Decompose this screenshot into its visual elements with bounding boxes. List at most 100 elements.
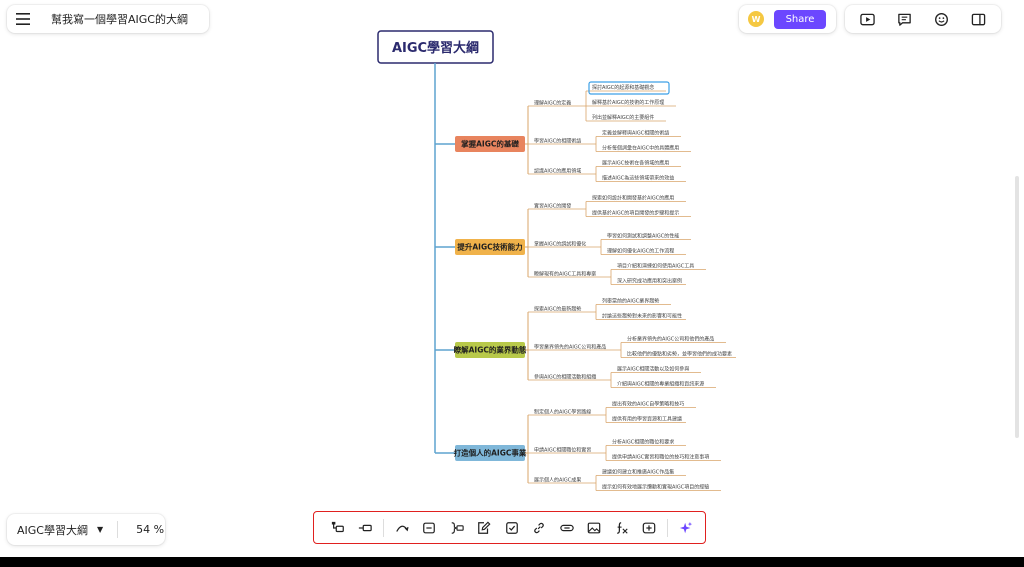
sub-topic-node[interactable]: 制定個人的AIGC學習路線 提出有效的AIGC自學策略和技巧提供有用的學習資源和工…	[528, 401, 696, 423]
leaf-node[interactable]: 列舉當前的AIGC業界趨勢	[596, 298, 671, 305]
vertical-scrollbar[interactable]	[1015, 176, 1019, 438]
insert-button[interactable]	[636, 516, 664, 540]
sub-topic-node[interactable]: 學習業界領先的AIGC公司和產品 分析業界領先的AIGC公司和他們的產品比較他們的…	[528, 336, 736, 358]
add-child-node-button[interactable]	[324, 516, 352, 540]
share-panel: W Share	[739, 5, 836, 33]
leaf-label: 分析業界領先的AIGC公司和他們的產品	[627, 336, 714, 343]
leaf-node[interactable]: 展示AIGC相關活動以及如何參與	[611, 366, 701, 373]
leaf-label: 分析AIGC相關的職位和要求	[612, 439, 674, 446]
sub-topic-node[interactable]: 學習AIGC的相關術語 定義並解釋與AIGC相關的術語分析每個詞彙在AIGC中的具…	[528, 130, 691, 152]
sub-topic-label: 掌握AIGC的調試和優化	[534, 241, 586, 248]
sub-topic-label: 學習業界領先的AIGC公司和產品	[534, 344, 606, 351]
sub-topic-node[interactable]: 申請AIGC相關職位和實習 分析AIGC相關的職位和要求提供申請AIGC實習和職位…	[528, 439, 721, 461]
ai-assistant-button[interactable]	[672, 516, 700, 540]
hyperlink-icon	[560, 524, 574, 531]
emoji-button[interactable]	[929, 7, 955, 31]
leaf-node[interactable]: 展示AIGC技術在各領域的應用	[596, 160, 681, 167]
hyperlink-button[interactable]	[553, 516, 581, 540]
leaf-node[interactable]: 列出並解釋AIGC的主要組件	[586, 114, 666, 122]
task-button[interactable]	[498, 516, 526, 540]
leaf-node[interactable]: 分析業界領先的AIGC公司和他們的產品	[621, 336, 726, 343]
sub-topic-label: 申請AIGC相關職位和實習	[534, 447, 591, 454]
presentation-button[interactable]	[855, 7, 881, 31]
chevron-down-icon[interactable]: ▼	[97, 525, 103, 534]
sub-topic-node[interactable]: 展示個人的AIGC成果 建議如何建立和推廣AIGC作品集提示如何有效地展示攬勳和實…	[528, 469, 721, 491]
ai-sparkle-icon	[679, 521, 692, 533]
leaf-label: 展示AIGC技術在各領域的應用	[602, 160, 669, 167]
mindmap-canvas[interactable]: AIGC學習大綱掌握AIGC的基礎理解AIGC的定義探討AIGC的起源和基礎觀念…	[0, 0, 1024, 567]
leaf-node[interactable]: 建議如何建立和推廣AIGC作品集	[596, 469, 686, 476]
map-name[interactable]: AIGC學習大綱	[17, 522, 88, 538]
leaf-node[interactable]: 學習如何測試和調整AIGC的性能	[601, 233, 691, 240]
leaf-node[interactable]: 提供有用的學習資源和工具建議	[606, 416, 686, 423]
leaf-label: 提示如何有效地展示攬勳和實現AIGC項目的經驗	[602, 484, 709, 491]
leaf-label: 建議如何建立和推廣AIGC作品集	[602, 469, 674, 476]
boundary-icon	[451, 521, 464, 534]
add-sibling-node-icon	[359, 524, 372, 531]
leaf-label: 項目介紹和演練如何使用AIGC工具	[617, 263, 694, 270]
leaf-node[interactable]: 理解如何優化AIGC的工作流程	[601, 248, 686, 255]
bottom-toolbar	[313, 511, 706, 544]
branch-node[interactable]: 掌握AIGC的基礎 理解AIGC的定義 探討AIGC的起源和基礎觀念解釋基於AIGC…	[435, 81, 691, 182]
leaf-label: 比較他們的優點和劣勢，並學習他們的成功要素	[627, 351, 732, 358]
formula-icon	[616, 521, 628, 534]
summary-button[interactable]	[416, 516, 444, 540]
boundary-button[interactable]	[443, 516, 471, 540]
leaf-node[interactable]: 提供基於AIGC的項目開發的步驟和提示	[586, 210, 691, 217]
leaf-node[interactable]: 比較他們的優點和劣勢，並學習他們的成功要素	[621, 351, 736, 358]
leaf-label: 提出有效的AIGC自學策略和技巧	[612, 401, 684, 408]
menu-button[interactable]	[7, 5, 39, 33]
leaf-node[interactable]: 項目介紹和演練如何使用AIGC工具	[611, 263, 706, 270]
sub-topic-node[interactable]: 實習AIGC的開發 探索如何設計和開發基於AIGC的應用提供基於AIGC的項目開發…	[528, 195, 691, 217]
leaf-node[interactable]: 描述AIGC為這些領域帶來的效益	[596, 175, 686, 182]
sub-topic-node[interactable]: 理解AIGC的定義 探討AIGC的起源和基礎觀念解釋基於AIGC的技術的工作原理列…	[528, 81, 676, 122]
relationship-button[interactable]	[388, 516, 416, 540]
sub-topic-node[interactable]: 探索AIGC的最新趨勢 列舉當前的AIGC業界趨勢討論這些趨勢對未來的影響和可能性	[528, 298, 686, 320]
sub-topic-node[interactable]: 瞭解現有的AIGC工具和專案 項目介紹和演練如何使用AIGC工具深入研究成功應用和…	[528, 263, 706, 285]
leaf-node[interactable]: 分析每個詞彙在AIGC中的具體應用	[596, 145, 691, 152]
root-node[interactable]: AIGC學習大綱	[377, 30, 494, 64]
leaf-node[interactable]: 介紹與AIGC相關的專業組織和資訊來源	[611, 381, 716, 388]
panel-toggle-button[interactable]	[966, 7, 992, 31]
image-button[interactable]	[581, 516, 609, 540]
leaf-node[interactable]: 提出有效的AIGC自學策略和技巧	[606, 401, 696, 408]
leaf-label: 探討AIGC的起源和基礎觀念	[592, 84, 654, 91]
leaf-label: 列出並解釋AIGC的主要組件	[592, 114, 654, 121]
leaf-node[interactable]: 提示如何有效地展示攬勳和實現AIGC項目的經驗	[596, 484, 721, 491]
sub-topic-node[interactable]: 掌握AIGC的調試和優化 學習如何測試和調整AIGC的性能理解如何優化AIGC的工…	[528, 233, 691, 255]
sub-topic-label: 認識AIGC的應用領域	[534, 168, 581, 175]
leaf-label: 展示AIGC相關活動以及如何參與	[617, 366, 689, 373]
branch-node[interactable]: 瞭解AIGC的業界動態 探索AIGC的最新趨勢 列舉當前的AIGC業界趨勢討論這些趨…	[435, 298, 736, 388]
share-button[interactable]: Share	[774, 9, 826, 29]
leaf-node[interactable]: 討論這些趨勢對未來的影響和可能性	[596, 313, 686, 320]
leaf-label: 學習如何測試和調整AIGC的性能	[607, 233, 679, 240]
document-title[interactable]: 幫我寫一個學習AIGC的大綱	[51, 11, 188, 27]
relationship-icon	[395, 525, 409, 532]
sub-topic-node[interactable]: 參與AIGC的相關活動和組織 展示AIGC相關活動以及如何參與介紹與AIGC相關的…	[528, 366, 716, 388]
note-button[interactable]	[471, 516, 499, 540]
leaf-node[interactable]: 提供申請AIGC實習和職位的技巧和注意事項	[606, 454, 721, 461]
leaf-label: 列舉當前的AIGC業界趨勢	[602, 298, 659, 305]
leaf-node[interactable]: 定義並解釋與AIGC相關的術語	[596, 130, 681, 137]
avatar[interactable]: W	[748, 11, 764, 27]
add-sibling-node-button[interactable]	[352, 516, 380, 540]
sub-topic-label: 實習AIGC的開發	[534, 203, 571, 210]
sub-topic-label: 制定個人的AIGC學習路線	[534, 409, 591, 416]
formula-button[interactable]	[608, 516, 636, 540]
divider	[383, 518, 384, 537]
leaf-node[interactable]: 解釋基於AIGC的技術的工作原理	[586, 99, 676, 107]
leaf-node[interactable]: 探索如何設計和開發基於AIGC的應用	[586, 195, 686, 202]
zoom-level[interactable]: 54 %	[136, 523, 164, 536]
insert-icon	[642, 522, 656, 533]
leaf-node[interactable]: 分析AIGC相關的職位和要求	[606, 439, 686, 446]
comment-button[interactable]	[892, 7, 918, 31]
image-icon	[587, 522, 601, 533]
link-button[interactable]	[526, 516, 554, 540]
branch-node[interactable]: 提升AIGC技術能力 實習AIGC的開發 探索如何設計和開發基於AIGC的應用提供基…	[435, 195, 706, 285]
branch-node[interactable]: 打造個人的AIGC事業 制定個人的AIGC學習路線 提出有效的AIGC自學策略和技巧…	[435, 401, 721, 491]
leaf-node[interactable]: 深入研究成功應用和突出案例	[611, 278, 686, 285]
leaf-label: 理解如何優化AIGC的工作流程	[607, 248, 674, 255]
sub-topic-node[interactable]: 認識AIGC的應用領域 展示AIGC技術在各領域的應用描述AIGC為這些領域帶來的…	[528, 160, 686, 182]
leaf-node[interactable]: 探討AIGC的起源和基礎觀念	[586, 81, 670, 95]
task-icon	[505, 521, 518, 534]
